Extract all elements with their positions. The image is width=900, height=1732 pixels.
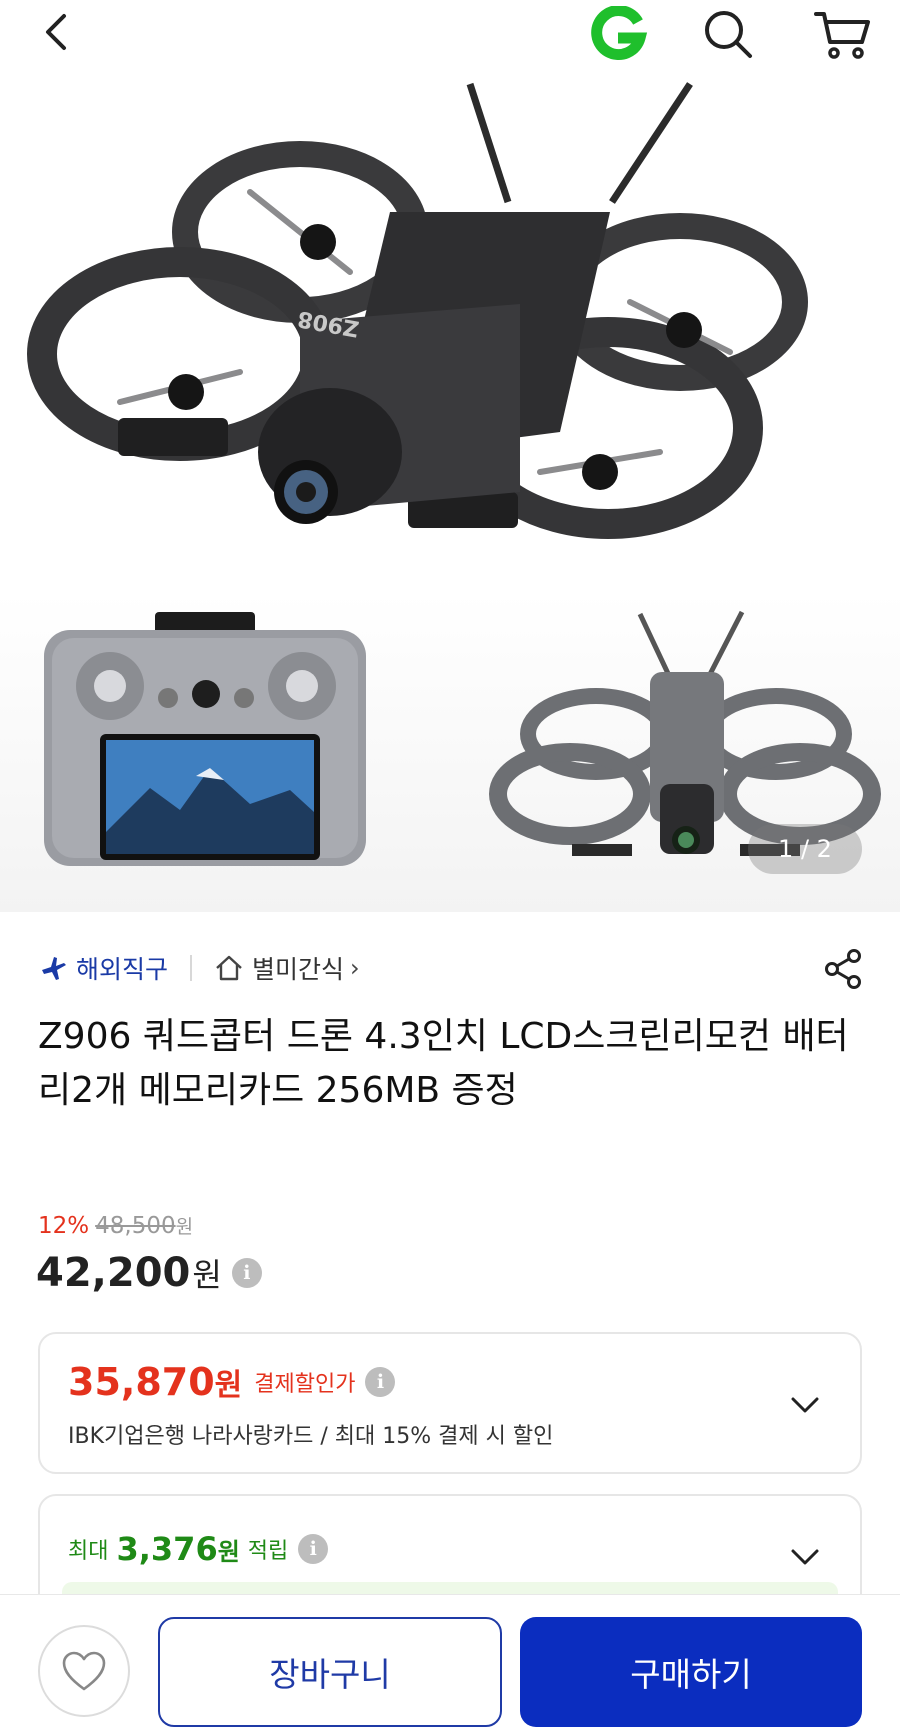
badge-label: 해외직구: [76, 955, 169, 984]
product-title: Z906 쿼드콥터 드론 4.3인치 LCD스크린리모컨 배터리2개 메모리카드…: [38, 1016, 849, 1111]
points-unit: 원: [217, 1537, 240, 1566]
product-image: Z908: [27, 82, 881, 866]
wishlist-button[interactable]: [38, 1625, 130, 1717]
info-icon[interactable]: i: [231, 1258, 262, 1288]
points-line: 최대 3,376 원 적립 i: [68, 1530, 329, 1568]
sale-price: 42,200: [36, 1250, 191, 1296]
airplane-icon: [42, 957, 66, 980]
payment-discount-description: IBK기업은행 나라사랑카드 / 최대 15% 결제 시 할인: [68, 1424, 554, 1449]
search-icon[interactable]: [700, 6, 756, 62]
info-icon[interactable]: i: [365, 1367, 396, 1397]
bottom-action-bar: 장바구니 구매하기: [0, 1594, 900, 1732]
share-icon[interactable]: [820, 946, 866, 992]
gallery-page-indicator: 1 / 2: [748, 824, 862, 874]
main-drone-image: Z908: [27, 82, 808, 539]
shop-name: 별미간식: [252, 955, 345, 984]
overseas-direct-badge: 해외직구: [40, 950, 168, 986]
top-bar: [0, 0, 900, 72]
payment-discount-price: 35,870: [68, 1360, 215, 1404]
heart-icon: [62, 1651, 106, 1691]
product-image-gallery[interactable]: Z908 1 / 2: [0, 72, 900, 912]
info-icon[interactable]: i: [298, 1534, 329, 1564]
points-suffix: 적립: [247, 1539, 289, 1564]
discount-rate: 12%: [38, 1213, 90, 1239]
back-icon[interactable]: [34, 8, 82, 56]
sale-price-unit: 원: [192, 1256, 222, 1294]
home-icon: [216, 955, 242, 981]
original-price: 48,500: [95, 1213, 176, 1239]
points-prefix: 최대: [68, 1539, 109, 1564]
shop-link[interactable]: 별미간식 ›: [214, 950, 360, 986]
chevron-down-icon[interactable]: [788, 1540, 822, 1574]
add-to-cart-button[interactable]: 장바구니: [158, 1617, 502, 1727]
payment-discount-unit: 원: [214, 1368, 243, 1403]
discount-row: 12% 48,500 원: [38, 1212, 193, 1239]
gmarket-g-logo-icon[interactable]: [588, 6, 648, 62]
buy-now-button[interactable]: 구매하기: [520, 1617, 862, 1727]
small-drone-image: [489, 610, 881, 856]
divider: [190, 955, 193, 981]
remote-controller-image: [44, 612, 366, 866]
original-price-unit: 원: [175, 1216, 194, 1238]
payment-discount-line: 35,870 원 결제할인가 i: [68, 1360, 396, 1404]
chevron-down-icon[interactable]: [788, 1388, 822, 1422]
product-meta-row: 해외직구 별미간식 ›: [40, 944, 860, 992]
cart-icon[interactable]: [812, 6, 872, 62]
price-row: 42,200 원 i: [36, 1250, 262, 1296]
chevron-right-icon: ›: [350, 954, 360, 982]
payment-discount-card[interactable]: 35,870 원 결제할인가 i IBK기업은행 나라사랑카드 / 최대 15%…: [38, 1332, 862, 1474]
payment-discount-label: 결제할인가: [254, 1372, 356, 1397]
points-amount: 3,376: [116, 1530, 218, 1568]
